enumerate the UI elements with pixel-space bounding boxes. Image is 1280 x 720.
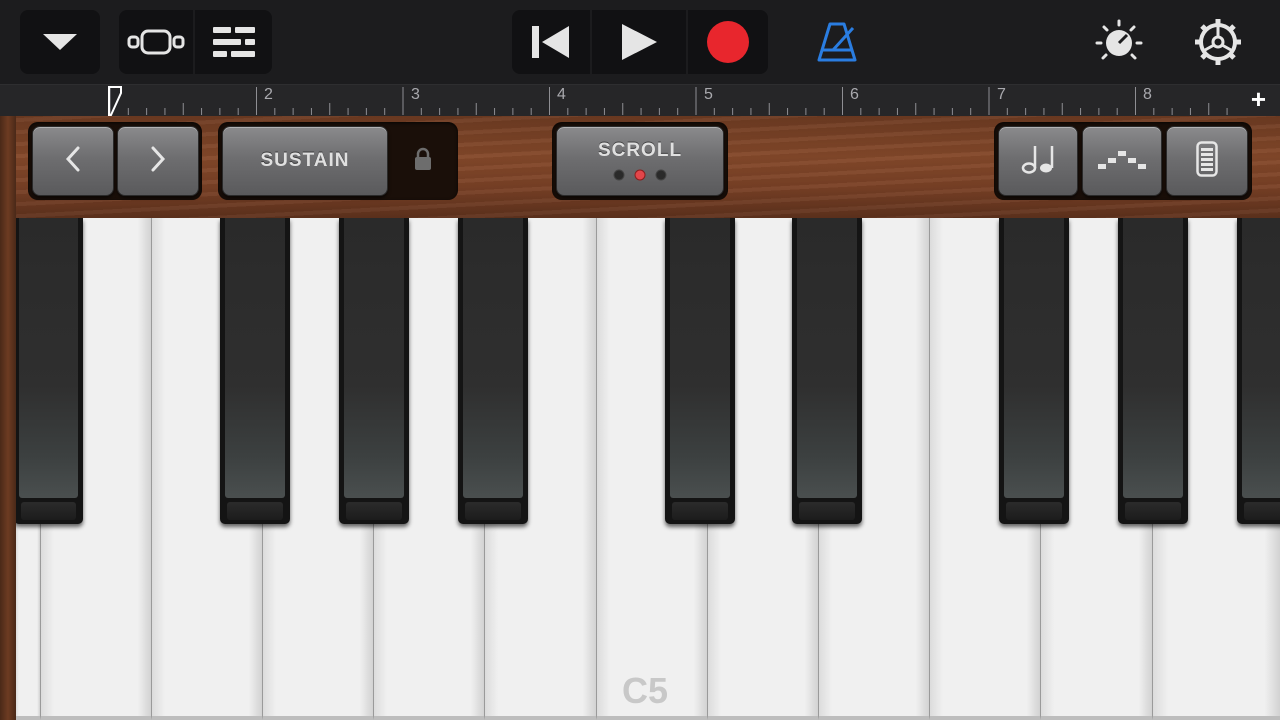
scroll-mode-button[interactable]: SCROLL: [556, 126, 724, 196]
chevron-down-icon: [41, 31, 79, 53]
black-key[interactable]: [999, 218, 1069, 524]
bar-number: 8: [1143, 86, 1152, 103]
play-button[interactable]: [592, 10, 686, 74]
playhead-marker[interactable]: [107, 85, 127, 117]
tracks-view-icon: [126, 27, 186, 57]
keyboard-side-panel: [0, 116, 16, 720]
bar-number: 7: [997, 86, 1006, 103]
my-songs-button[interactable]: [20, 10, 100, 74]
record-icon: [706, 20, 750, 64]
sustain-button[interactable]: SUSTAIN: [222, 126, 388, 196]
black-key[interactable]: [792, 218, 862, 524]
record-button[interactable]: [688, 10, 768, 74]
bar-number: 2: [264, 86, 273, 103]
tracks-view-button[interactable]: [119, 10, 193, 74]
add-section-button[interactable]: +: [1251, 86, 1266, 112]
arpeggiator-icon: [1097, 148, 1147, 175]
octave-up-button[interactable]: [117, 126, 199, 196]
metronome-button[interactable]: [806, 10, 868, 74]
chevron-right-icon: [148, 145, 168, 178]
octave-down-button[interactable]: [32, 126, 114, 196]
timeline-ruler[interactable]: 2 3 4 5 6 7 8 +: [0, 84, 1280, 116]
black-key[interactable]: [16, 218, 83, 524]
scroll-label: SCROLL: [597, 139, 683, 161]
play-icon: [619, 22, 659, 62]
settings-icon: [1193, 17, 1243, 67]
master-effects-button[interactable]: [1090, 10, 1148, 74]
control-bar: [0, 0, 1280, 84]
bar-number: 6: [850, 86, 859, 103]
chevron-left-icon: [63, 145, 83, 178]
arpeggiator-button[interactable]: [1082, 126, 1162, 196]
black-key[interactable]: [458, 218, 528, 524]
black-key[interactable]: [220, 218, 290, 524]
black-key[interactable]: [665, 218, 735, 524]
scroll-mode-indicator: [610, 168, 670, 187]
settings-button[interactable]: [1188, 10, 1248, 74]
master-effects-icon: [1094, 17, 1144, 67]
mixer-icon: [211, 25, 257, 59]
black-key[interactable]: [1118, 218, 1188, 524]
velocity-button[interactable]: [1166, 126, 1248, 196]
lock-icon: [414, 147, 432, 176]
piano-keyboard[interactable]: C5: [16, 218, 1280, 720]
sustain-lock-button[interactable]: [392, 126, 454, 196]
velocity-icon: [1196, 140, 1218, 182]
notes-icon: [1021, 143, 1055, 180]
bar-number: 5: [704, 86, 713, 103]
black-key[interactable]: [339, 218, 409, 524]
go-to-beginning-button[interactable]: [512, 10, 590, 74]
sustain-label: SUSTAIN: [260, 150, 350, 171]
bar-number: 3: [411, 86, 420, 103]
go-to-beginning-icon: [529, 23, 573, 61]
garageband-keyboard-screen: 2 3 4 5 6 7 8 + SUSTAIN SCROLL C5: [0, 0, 1280, 720]
key-label: C5: [622, 670, 669, 711]
mixer-button[interactable]: [195, 10, 272, 74]
bar-number: 4: [557, 86, 566, 103]
keyboard-control-panel: SUSTAIN SCROLL: [0, 116, 1280, 220]
keyboard-layout-button[interactable]: [998, 126, 1078, 196]
ruler-ticks: [109, 87, 1228, 115]
black-key[interactable]: [1237, 218, 1280, 524]
metronome-icon: [815, 20, 859, 64]
